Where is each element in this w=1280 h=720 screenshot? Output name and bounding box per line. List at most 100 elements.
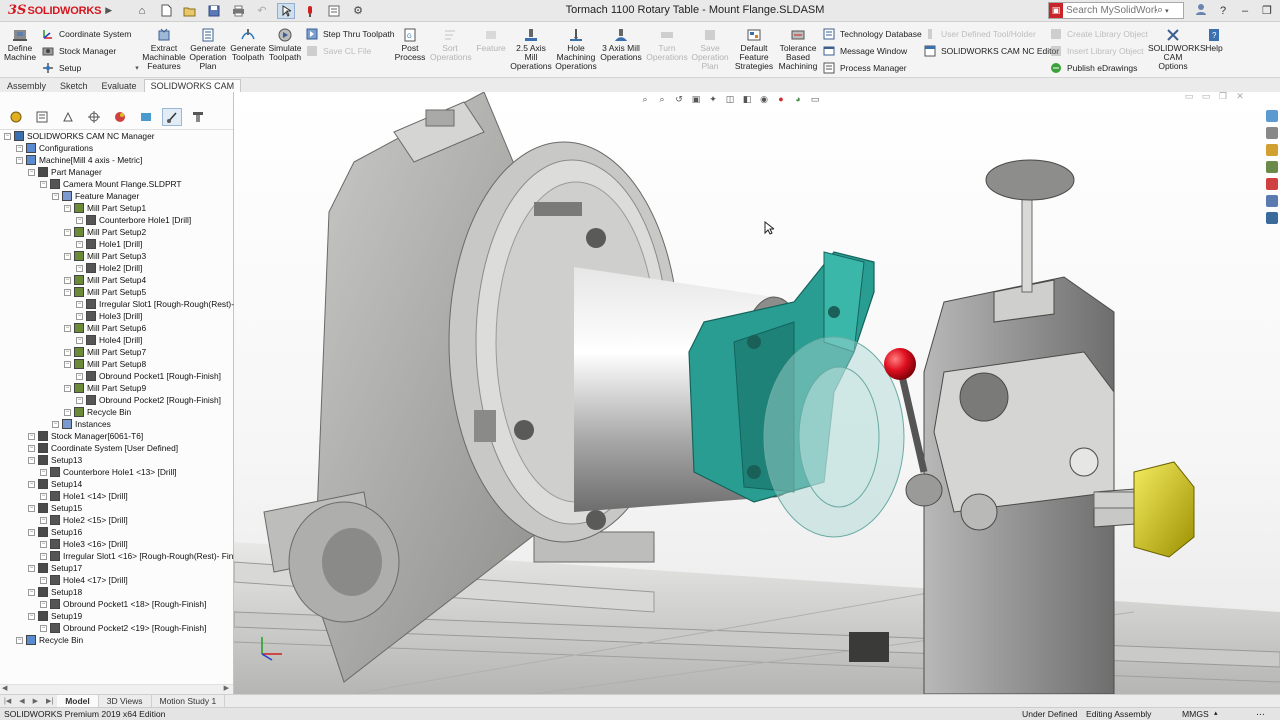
tree-toggle-icon[interactable]: − — [28, 504, 35, 512]
tree-toggle-icon[interactable]: − — [64, 324, 71, 332]
tree-item[interactable]: − Hole3 [Drill] — [76, 310, 142, 322]
tree-toggle-icon[interactable]: − — [64, 252, 71, 260]
simulate-toolpath-button[interactable]: Simulate Toolpath — [268, 28, 302, 62]
tree-toggle-icon[interactable]: − — [64, 228, 71, 236]
message-window-button[interactable]: Message Window — [823, 43, 907, 58]
tree-toggle-icon[interactable]: − — [40, 600, 47, 608]
cam-feature-tree-tab-icon[interactable] — [136, 108, 156, 126]
home-icon[interactable]: ⌂ — [133, 3, 151, 19]
tab-motion-study[interactable]: Motion Study 1 — [152, 695, 226, 707]
tree-toggle-icon[interactable]: − — [40, 492, 47, 500]
tree-item[interactable]: − Stock Manager[6061-T6] — [28, 430, 143, 442]
view-palette-icon[interactable] — [1266, 161, 1278, 173]
generate-toolpath-button[interactable]: Generate Toolpath — [230, 28, 266, 62]
tree-item[interactable]: − Hole4 <17> [Drill] — [40, 574, 128, 586]
tree-toggle-icon[interactable]: − — [28, 564, 35, 572]
extract-features-button[interactable]: Extract Machinable Features — [142, 28, 186, 71]
tree-item[interactable]: − SOLIDWORKS CAM NC Manager — [4, 130, 155, 142]
tree-toggle-icon[interactable]: − — [64, 348, 71, 356]
tabs-prev-icon[interactable]: ◀ — [15, 697, 28, 705]
insert-library-object-button[interactable]: Insert Library Object — [1050, 43, 1144, 58]
tree-toggle-icon[interactable]: − — [28, 588, 35, 596]
viewport-restore-icon[interactable]: ❐ — [1216, 92, 1230, 102]
tabs-first-icon[interactable]: |◀ — [0, 697, 15, 705]
turn-operations-button[interactable]: Turn Operations — [646, 28, 688, 62]
save-icon[interactable] — [205, 3, 223, 19]
solidworks-forum-icon[interactable] — [1266, 212, 1278, 224]
tree-item[interactable]: − Obround Pocket2 [Rough-Finish] — [76, 394, 221, 406]
tree-item[interactable]: − Mill Part Setup3 — [64, 250, 146, 262]
tree-item[interactable]: − Irregular Slot1 <16> [Rough-Rough(Rest)… — [40, 550, 246, 562]
cam-options-button[interactable]: SOLIDWORKS CAM Options — [1148, 28, 1206, 71]
tree-toggle-icon[interactable]: − — [28, 432, 35, 440]
units-selector[interactable]: MMGS — [1182, 708, 1209, 720]
tree-toggle-icon[interactable]: − — [52, 420, 59, 428]
dimxpert-tab-icon[interactable] — [84, 108, 104, 126]
select-icon[interactable] — [277, 2, 295, 19]
tree-toggle-icon[interactable]: − — [76, 396, 83, 404]
tree-toggle-icon[interactable]: − — [76, 240, 83, 248]
tree-toggle-icon[interactable]: − — [64, 288, 71, 296]
graphics-area[interactable]: ⌕ ⌕ ↺ ▣ ✦ ◫ ◧ ◉ ● ◕ ▭ ▭ ▭ ❐ ✕ — [234, 92, 1280, 694]
default-feature-strategies-button[interactable]: Default Feature Strategies — [734, 28, 774, 71]
tree-item[interactable]: − Obround Pocket1 <18> [Rough-Finish] — [40, 598, 206, 610]
cam-tool-tree-tab-icon[interactable] — [188, 108, 208, 126]
setup-button[interactable]: Setup ▾ — [42, 60, 139, 75]
tree-toggle-icon[interactable]: − — [40, 624, 47, 632]
menu-expand-icon[interactable]: ▶ — [105, 5, 112, 16]
tab-sketch[interactable]: Sketch — [53, 79, 95, 92]
cam-operation-tree-tab-icon[interactable] — [162, 107, 182, 126]
tree-item[interactable]: − Irregular Slot1 [Rough-Rough(Rest)- Fin — [76, 298, 248, 310]
tab-assembly[interactable]: Assembly — [0, 79, 53, 92]
tree-item[interactable]: − Mill Part Setup6 — [64, 322, 146, 334]
zoom-to-area-icon[interactable]: ⌕ — [655, 93, 669, 105]
hide-show-items-icon[interactable]: ◉ — [757, 93, 771, 105]
viewport-close-icon[interactable]: ✕ — [1233, 92, 1247, 102]
restore-icon[interactable]: ❐ — [1258, 3, 1276, 19]
view-orientation-icon[interactable]: ◫ — [723, 93, 737, 105]
tree-item[interactable]: − Mill Part Setup4 — [64, 274, 146, 286]
undo-icon[interactable]: ↶ — [253, 3, 271, 19]
file-explorer-icon[interactable] — [1266, 144, 1278, 156]
tree-item[interactable]: − Hole1 <14> [Drill] — [40, 490, 128, 502]
help-icon[interactable]: ? — [1214, 3, 1232, 19]
minimize-icon[interactable]: – — [1236, 3, 1254, 19]
tree-toggle-icon[interactable]: − — [4, 132, 11, 140]
tree-toggle-icon[interactable]: − — [40, 180, 47, 188]
configurationmanager-tab-icon[interactable] — [58, 108, 78, 126]
rebuild-icon[interactable] — [301, 3, 319, 19]
step-thru-toolpath-button[interactable]: Step Thru Toolpath — [306, 26, 395, 41]
horizontal-scrollbar[interactable]: ◀ ▶ — [0, 684, 233, 694]
custom-properties-icon[interactable] — [1266, 195, 1278, 207]
viewport-minimize-icon[interactable]: ▭ — [1182, 92, 1196, 102]
mill-3-axis-button[interactable]: 3 Axis Mill Operations — [600, 28, 642, 62]
save-cl-file-button[interactable]: Save CL File — [306, 43, 371, 58]
user-account-icon[interactable] — [1192, 3, 1210, 19]
section-view-icon[interactable]: ▣ — [689, 93, 703, 105]
tree-toggle-icon[interactable]: − — [40, 552, 47, 560]
tree-item[interactable]: − Instances — [52, 418, 111, 430]
help-button[interactable]: ? Help — [1202, 28, 1226, 53]
define-machine-button[interactable]: Define Machine — [4, 28, 36, 62]
tree-toggle-icon[interactable]: − — [76, 312, 83, 320]
tree-item[interactable]: − Obround Pocket2 <19> [Rough-Finish] — [40, 622, 206, 634]
tree-item[interactable]: − Setup13 — [28, 454, 82, 466]
search-box[interactable]: ▣ ⌕ ▾ — [1048, 2, 1184, 19]
tree-item[interactable]: − Counterbore Hole1 [Drill] — [76, 214, 191, 226]
solidworks-resources-icon[interactable] — [1266, 110, 1278, 122]
tree-item[interactable]: − Mill Part Setup5 — [64, 286, 146, 298]
post-process-button[interactable]: G Post Process — [394, 28, 426, 62]
generate-operation-plan-button[interactable]: Generate Operation Plan — [188, 28, 228, 71]
display-style-icon[interactable]: ◧ — [740, 93, 754, 105]
tree-item[interactable]: − Recycle Bin — [64, 406, 131, 418]
tree-item[interactable]: − Camera Mount Flange.SLDPRT — [40, 178, 182, 190]
featuremanager-tab-icon[interactable] — [6, 108, 26, 126]
previous-view-icon[interactable]: ↺ — [672, 93, 686, 105]
apply-scene-icon[interactable]: ◕ — [791, 93, 805, 105]
tree-toggle-icon[interactable]: − — [64, 384, 71, 392]
zoom-to-fit-icon[interactable]: ⌕ — [638, 93, 652, 105]
tree-toggle-icon[interactable]: − — [40, 468, 47, 476]
tree-item[interactable]: − Part Manager — [28, 166, 102, 178]
tab-model[interactable]: Model — [57, 695, 99, 707]
process-manager-button[interactable]: Process Manager — [823, 60, 907, 75]
